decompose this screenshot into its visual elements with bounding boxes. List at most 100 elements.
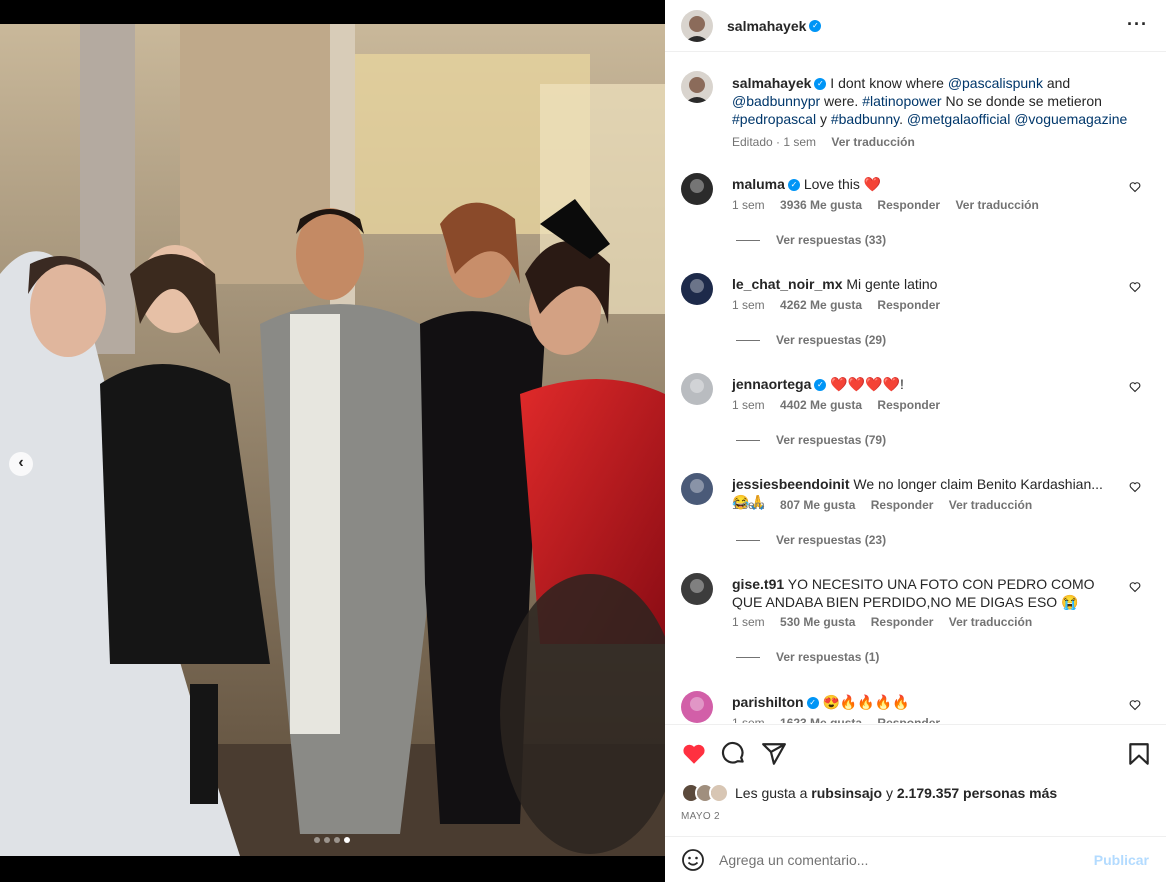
comment-like-heart-icon[interactable] [1129,581,1141,593]
reply-button[interactable]: Responder [877,298,940,312]
comment-time: 1 sem [732,615,765,629]
post-photo[interactable]: ‹ [0,24,665,856]
author-username[interactable]: salmahayek [727,18,806,34]
caption-meta: Editado · 1 sem Ver traducción [732,135,915,149]
post-header: salmahayek ✓ ··· [665,0,1166,52]
commenter-avatar[interactable] [681,573,713,605]
comment-like-heart-icon[interactable] [1129,181,1141,193]
comment-time: 1 sem [732,398,765,412]
caption-link[interactable]: #badbunny [831,111,899,127]
caption-text-segment: and [1042,75,1071,91]
caption-translate-link[interactable]: Ver traducción [831,135,914,149]
comment-input[interactable] [719,851,1079,868]
caption-text-segment: I dont know where [830,75,948,91]
reply-button[interactable]: Responder [877,716,940,723]
comment-likes[interactable]: 3936 Me gusta [780,198,862,212]
view-replies-button[interactable]: Ver respuestas (33) [736,233,886,247]
verified-badge-icon: ✓ [814,379,827,392]
post-actions: Les gusta a rubsinsajo y 2.179.357 perso… [665,724,1166,850]
liked-by-count[interactable]: 2.179.357 personas más [897,785,1057,801]
reply-button[interactable]: Responder [877,198,940,212]
caption-link[interactable]: @metgalaofficial [907,111,1010,127]
likes-summary[interactable]: Les gusta a rubsinsajo y 2.179.357 perso… [681,783,1057,803]
caption-link[interactable]: @pascalispunk [948,75,1043,91]
caption-avatar-image [681,71,713,103]
view-replies-button[interactable]: Ver respuestas (1) [736,650,879,664]
comment-like-heart-icon[interactable] [1129,281,1141,293]
save-bookmark-icon[interactable] [1126,741,1152,767]
commenter-username[interactable]: maluma [732,176,785,192]
caption-text: salmahayek ✓ I dont know where @pascalisp… [732,74,1152,128]
carousel-dot [314,837,320,843]
commenter-avatar[interactable] [681,373,713,405]
view-replies-button[interactable]: Ver respuestas (79) [736,433,886,447]
author-avatar[interactable] [681,9,713,42]
view-replies-button[interactable]: Ver respuestas (29) [736,333,886,347]
comment-time: 1 sem [732,298,765,312]
comment-likes[interactable]: 530 Me gusta [780,615,855,629]
carousel-dot [344,837,350,843]
comment-likes[interactable]: 807 Me gusta [780,498,855,512]
post-side-panel: salmahayek ✓ ··· salmahayek ✓ I dont know… [665,0,1166,882]
emoji-icon[interactable] [681,848,705,872]
commenter-avatar[interactable] [681,173,713,205]
share-icon[interactable] [761,741,787,767]
comment-meta: 1 sem 4262 Me gusta Responder [732,298,952,312]
comment-like-heart-icon[interactable] [1129,381,1141,393]
post-modal: ‹ salmahayek ✓ ··· salmahayek ✓ I dont kn… [0,0,1166,882]
liked-by-user[interactable]: rubsinsajo [811,785,882,801]
view-replies-button[interactable]: Ver respuestas (23) [736,533,886,547]
comment-likes[interactable]: 4262 Me gusta [780,298,862,312]
publish-button[interactable]: Publicar [1094,852,1149,868]
more-options-icon[interactable]: ··· [1127,14,1148,35]
reply-button[interactable]: Responder [877,398,940,412]
caption-link[interactable]: @badbunnypr [732,93,820,109]
caption-link[interactable]: @voguemagazine [1014,111,1127,127]
reply-button[interactable]: Responder [871,615,934,629]
view-replies-label: Ver respuestas (33) [776,233,887,247]
comment-likes[interactable]: 4402 Me gusta [780,398,862,412]
commenter-username[interactable]: le_chat_noir_mx [732,276,843,292]
commenter-avatar[interactable] [681,691,713,723]
carousel-dots [314,837,350,843]
commenter-username[interactable]: gise.t91 [732,576,784,592]
caption-link[interactable]: #latinopower [862,93,941,109]
comment-text: 😍🔥🔥🔥🔥 [822,694,910,710]
caption-time: 1 sem [783,135,817,149]
view-replies-label: Ver respuestas (29) [776,333,887,347]
view-replies-label: Ver respuestas (1) [776,650,880,664]
comment-icon[interactable] [721,741,747,767]
commenter-username[interactable]: parishilton [732,694,804,710]
commenter-avatar-image [681,273,713,305]
translate-link[interactable]: Ver traducción [949,615,1032,629]
verified-badge-icon: ✓ [787,179,800,192]
commenter-username[interactable]: jessiesbeendoinit [732,476,849,492]
replies-divider [736,539,760,541]
caption-link[interactable]: #pedropascal [732,111,816,127]
caption-avatar[interactable] [681,71,713,103]
carousel-dot [324,837,330,843]
comment-likes[interactable]: 1623 Me gusta [780,716,862,723]
caption-text-segment: were. [820,93,863,109]
translate-link[interactable]: Ver traducción [949,498,1032,512]
commenter-username[interactable]: jennaortega [732,376,811,392]
comment-meta: 1 sem 4402 Me gusta Responder [732,398,952,412]
translate-link[interactable]: Ver traducción [955,198,1038,212]
reply-button[interactable]: Responder [871,498,934,512]
caption-text-segment: y [816,111,831,127]
like-heart-icon[interactable] [681,741,707,767]
comment-like-heart-icon[interactable] [1129,699,1141,711]
comment-like-heart-icon[interactable] [1129,481,1141,493]
caption-username[interactable]: salmahayek [732,75,811,91]
comment-meta: 1 sem 807 Me gusta Responder Ver traducc… [732,498,1044,512]
comment-text: YO NECESITO UNA FOTO CON PEDRO COMO QUE … [732,576,1095,610]
author-avatar-image [681,9,713,42]
add-comment-bar: Publicar [665,836,1166,882]
comment-time: 1 sem [732,498,765,512]
edited-label: Editado [732,135,773,149]
liker-avatar [709,783,729,803]
carousel-prev-button[interactable]: ‹ [9,452,33,476]
commenter-avatar[interactable] [681,473,713,505]
commenter-avatar[interactable] [681,273,713,305]
comments-list[interactable]: salmahayek ✓ I dont know where @pascalisp… [665,53,1166,723]
